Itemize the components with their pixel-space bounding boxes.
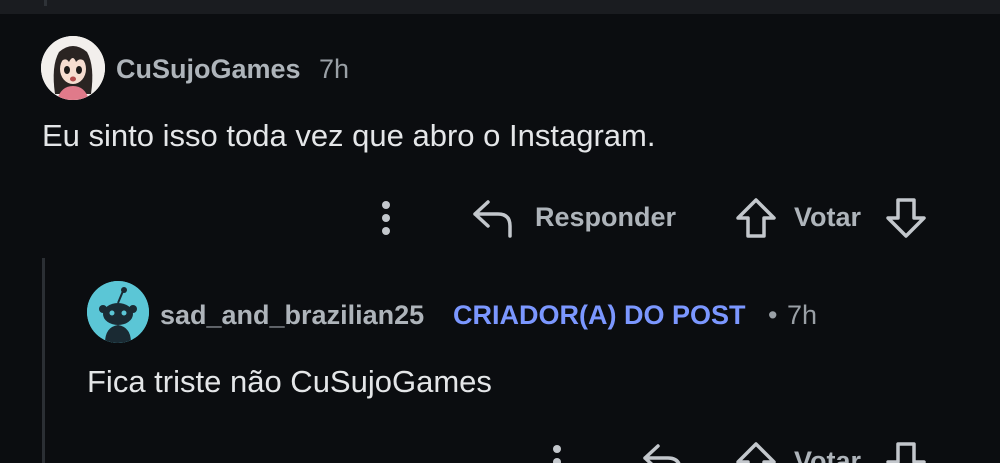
- reply-body: Fica triste não CuSujoGames: [87, 364, 492, 399]
- reply-time: 7h: [787, 300, 818, 330]
- reply-more-options-button[interactable]: [547, 443, 567, 463]
- reply-button[interactable]: [470, 196, 516, 240]
- reddit-snoo-icon: [87, 281, 149, 343]
- more-options-button[interactable]: [376, 199, 396, 237]
- reply-arrow-icon: [643, 444, 681, 463]
- avatar[interactable]: [41, 36, 105, 100]
- comment-username[interactable]: CuSujoGames: [116, 54, 301, 85]
- upvote-arrow-icon: [736, 442, 776, 463]
- upvote-arrow-icon: [736, 198, 776, 238]
- reply-username[interactable]: sad_and_brazilian25: [160, 300, 424, 331]
- reply-upvote-button[interactable]: [734, 440, 778, 463]
- reply-downvote-button[interactable]: [884, 440, 928, 463]
- downvote-button[interactable]: [884, 196, 928, 240]
- reply-label[interactable]: Responder: [535, 202, 676, 233]
- reply-arrow-icon: [473, 200, 512, 238]
- op-badge: CRIADOR(A) DO POST: [453, 300, 746, 330]
- more-vertical-icon: [553, 445, 561, 463]
- reply-vote-count: Votar: [794, 446, 862, 463]
- vote-count: Votar: [794, 202, 862, 232]
- reply-separator: •: [768, 300, 778, 330]
- anime-avatar-icon: [41, 36, 105, 100]
- downvote-arrow-icon: [886, 198, 926, 238]
- more-vertical-icon: [382, 201, 390, 235]
- upvote-button[interactable]: [734, 196, 778, 240]
- comment-time: 7h: [319, 54, 350, 84]
- avatar[interactable]: [87, 281, 149, 343]
- thread-line[interactable]: [42, 258, 45, 463]
- reply-reply-button[interactable]: [640, 440, 686, 463]
- comment-body: Eu sinto isso toda vez que abro o Instag…: [42, 118, 656, 153]
- parent-thread-line: [44, 0, 47, 6]
- downvote-arrow-icon: [886, 442, 926, 463]
- top-separator: [0, 0, 1000, 14]
